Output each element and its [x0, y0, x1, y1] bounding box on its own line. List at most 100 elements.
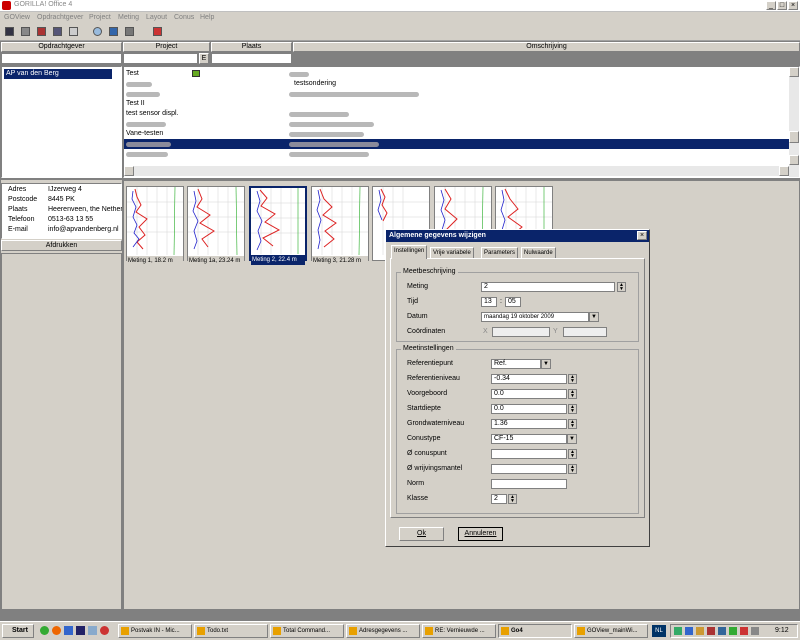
tools-icon[interactable]: [124, 26, 137, 39]
scroll-down-icon[interactable]: [789, 155, 799, 165]
menu-goview[interactable]: GOView: [4, 14, 30, 21]
ok-button[interactable]: Ok: [399, 527, 444, 541]
filter-button[interactable]: E: [199, 53, 209, 64]
app-icon[interactable]: [64, 626, 73, 635]
task-todo[interactable]: Todo.txt: [194, 624, 268, 638]
y-field[interactable]: [563, 327, 607, 337]
edit-icon[interactable]: [36, 26, 49, 39]
wrijvingsmantel-spinner[interactable]: ▲ ▼: [568, 464, 577, 474]
save-icon[interactable]: [4, 26, 17, 39]
save-icon[interactable]: [76, 626, 85, 635]
table-row[interactable]: [124, 119, 789, 129]
tray-icon[interactable]: [718, 627, 726, 635]
print-icon[interactable]: [68, 26, 81, 39]
table-row[interactable]: Vane-testen: [124, 129, 789, 139]
measurement-thumb[interactable]: Meting 1, 18.2 m: [126, 186, 184, 266]
place-filter-input[interactable]: [211, 53, 292, 64]
klasse-field[interactable]: 2: [491, 494, 507, 504]
referentieniveau-field[interactable]: -0.34: [491, 374, 567, 384]
meting-spinner[interactable]: ▲ ▼: [617, 282, 626, 292]
conuspunt-spinner[interactable]: ▲ ▼: [568, 449, 577, 459]
x-field[interactable]: [492, 327, 550, 337]
table-row[interactable]: Test: [124, 69, 789, 79]
task-re-vernieuwde[interactable]: RE: Vernieuwde ...: [422, 624, 496, 638]
referentiepunt-dropdown-icon[interactable]: ▼: [541, 359, 551, 369]
tray-icon[interactable]: [674, 627, 682, 635]
column-header-place[interactable]: Plaats: [211, 42, 292, 52]
measurement-thumb[interactable]: Meting 1a, 23.24 m: [187, 186, 245, 266]
scroll-thumb[interactable]: [789, 131, 799, 143]
maximize-button[interactable]: □: [777, 1, 787, 10]
browser-icon[interactable]: [40, 626, 49, 635]
firefox-icon[interactable]: [52, 626, 61, 635]
clock[interactable]: 9:12: [775, 627, 789, 634]
menu-meting[interactable]: Meting: [118, 14, 139, 21]
list-item[interactable]: AP van den Berg: [4, 69, 112, 79]
menu-help[interactable]: Help: [200, 14, 214, 21]
media-icon[interactable]: [100, 626, 109, 635]
datum-field[interactable]: maandag 19 oktober 2009: [481, 312, 589, 322]
referentieniveau-spinner[interactable]: ▲ ▼: [568, 374, 577, 384]
print-button[interactable]: Afdrukken: [1, 240, 122, 251]
menu-layout[interactable]: Layout: [146, 14, 167, 21]
table-row[interactable]: [124, 149, 789, 159]
tab-instellingen[interactable]: Instellingen: [391, 245, 428, 259]
project-list[interactable]: Test testsondering Test II test sensor d…: [123, 66, 800, 178]
grondwaterniveau-spinner[interactable]: ▲ ▼: [568, 419, 577, 429]
task-goview[interactable]: GOView_mainWi...: [574, 624, 648, 638]
table-row[interactable]: test sensor displ.: [124, 109, 789, 119]
minimize-button[interactable]: _: [766, 1, 776, 10]
menu-conus[interactable]: Conus: [174, 14, 194, 21]
measurement-thumb[interactable]: Meting 3, 21.28 m: [311, 186, 369, 266]
language-indicator[interactable]: NL: [652, 625, 666, 637]
tray-icon[interactable]: [696, 627, 704, 635]
voorgeboord-spinner[interactable]: ▲ ▼: [568, 389, 577, 399]
tray-icon[interactable]: [685, 627, 693, 635]
horizontal-scrollbar[interactable]: [124, 166, 789, 176]
tray-icon[interactable]: [707, 627, 715, 635]
task-adresgegevens[interactable]: Adresgegevens ...: [346, 624, 420, 638]
conustype-dropdown-icon[interactable]: ▼: [567, 434, 577, 444]
column-header-project[interactable]: Project: [123, 42, 210, 52]
table-row[interactable]: Test II: [124, 99, 789, 109]
cancel-button[interactable]: Annuleren: [458, 527, 503, 541]
task-go4[interactable]: Go4: [498, 624, 572, 638]
measurement-thumb-selected[interactable]: Meting 2, 22.4 m: [249, 186, 307, 265]
klasse-spinner[interactable]: ▲ ▼: [508, 494, 517, 504]
datum-dropdown-icon[interactable]: ▼: [589, 312, 599, 322]
window-icon[interactable]: [108, 26, 121, 39]
project-filter-input[interactable]: [123, 53, 198, 64]
tijd-hour-field[interactable]: 13: [481, 297, 497, 307]
tijd-minute-field[interactable]: 05: [505, 297, 521, 307]
tray-icon[interactable]: [740, 627, 748, 635]
table-row-selected[interactable]: [124, 139, 789, 149]
conustype-select[interactable]: CF-15: [491, 434, 567, 444]
vertical-scrollbar[interactable]: [789, 67, 799, 177]
column-header-client[interactable]: Opdrachtgever: [1, 42, 122, 52]
start-button[interactable]: Start: [2, 624, 34, 638]
scroll-up-icon[interactable]: [789, 67, 799, 77]
menu-project[interactable]: Project: [89, 14, 111, 21]
voorgeboord-field[interactable]: 0.0: [491, 389, 567, 399]
meting-field[interactable]: 2: [481, 282, 615, 292]
column-header-description[interactable]: Omschrijving: [293, 42, 800, 52]
zoom-icon[interactable]: [92, 26, 105, 39]
copy-icon[interactable]: [52, 26, 65, 39]
close-button[interactable]: ×: [788, 1, 798, 10]
tray-icon[interactable]: [729, 627, 737, 635]
startdiepte-field[interactable]: 0.0: [491, 404, 567, 414]
scroll-left-icon[interactable]: [124, 166, 134, 176]
dialog-close-button[interactable]: ×: [637, 231, 647, 240]
client-list[interactable]: AP van den Berg: [1, 66, 122, 178]
conuspunt-field[interactable]: [491, 449, 567, 459]
run-icon[interactable]: [152, 26, 165, 39]
table-row[interactable]: [124, 89, 789, 99]
task-total-commander[interactable]: Total Command...: [270, 624, 344, 638]
tray-icon[interactable]: [751, 627, 759, 635]
client-filter-input[interactable]: [1, 53, 122, 64]
scroll-right-icon[interactable]: [779, 166, 789, 176]
wrijvingsmantel-field[interactable]: [491, 464, 567, 474]
menu-opdrachtgever[interactable]: Opdrachtgever: [37, 14, 83, 21]
task-postvak[interactable]: Postvak IN - Mic...: [118, 624, 192, 638]
desktop-icon[interactable]: [88, 626, 97, 635]
